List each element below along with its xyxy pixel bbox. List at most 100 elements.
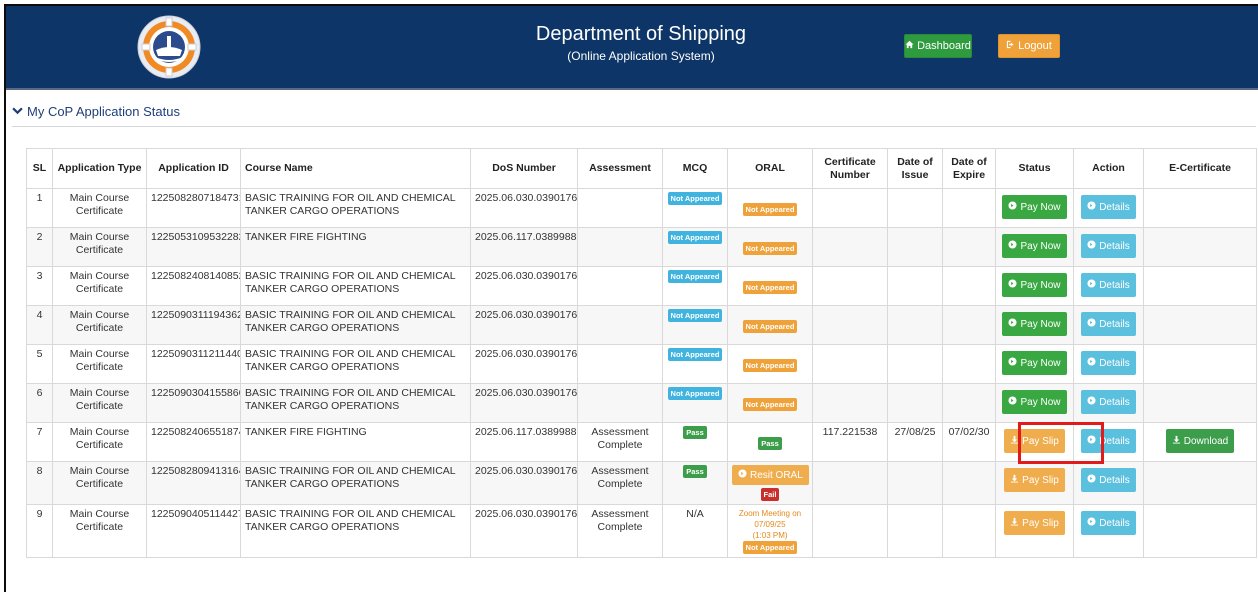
download-certificate-button[interactable]: Download bbox=[1165, 429, 1235, 453]
cell-sl: 9 bbox=[26, 504, 53, 558]
cell-date-of-issue bbox=[887, 266, 943, 306]
chevron-down-icon bbox=[12, 104, 23, 119]
circle-arrow-icon bbox=[1008, 239, 1018, 253]
cell-e-certificate bbox=[1143, 266, 1257, 306]
details-button[interactable]: Details bbox=[1081, 468, 1136, 492]
details-button[interactable]: Details bbox=[1081, 511, 1136, 535]
details-label: Details bbox=[1099, 240, 1130, 252]
circle-arrow-icon bbox=[1008, 200, 1018, 214]
cell-assessment: Assessment Complete bbox=[577, 422, 663, 462]
mcq-status-badge: Not Appeared bbox=[667, 348, 723, 361]
circle-arrow-icon bbox=[1087, 239, 1096, 253]
table-row: 7 Main Course Certificate 1225082406551874… bbox=[26, 422, 1257, 462]
details-button[interactable]: Details bbox=[1081, 273, 1136, 297]
circle-arrow-icon bbox=[1087, 516, 1096, 530]
cell-date-of-expire bbox=[942, 266, 996, 306]
details-label: Details bbox=[1099, 474, 1130, 486]
header-title-block: Department of Shipping (Online Applicati… bbox=[486, 22, 796, 64]
cell-course-name: BASIC TRAINING FOR OIL AND CHEMICAL TANK… bbox=[240, 504, 471, 558]
table-row: 5 Main Course Certificate 1225090311211440… bbox=[26, 344, 1257, 384]
cell-e-certificate bbox=[1143, 504, 1257, 558]
col-action: Action bbox=[1073, 148, 1144, 189]
logout-button[interactable]: Logout bbox=[998, 34, 1060, 58]
cell-date-of-issue bbox=[887, 188, 943, 228]
resit-oral-button[interactable]: Resit ORAL bbox=[732, 465, 809, 485]
details-button[interactable]: Details bbox=[1081, 234, 1136, 258]
pay-now-button[interactable]: Pay Now bbox=[1002, 234, 1067, 258]
cell-course-name: BASIC TRAINING FOR OIL AND CHEMICAL TANK… bbox=[240, 266, 471, 306]
details-button[interactable]: Details bbox=[1081, 195, 1136, 219]
section-toggle[interactable]: My CoP Application Status bbox=[12, 104, 180, 119]
application-status-table: SL Application Type Application ID Cours… bbox=[26, 148, 1257, 558]
cell-action: Details bbox=[1073, 227, 1144, 267]
mcq-status-badge: Not Appeared bbox=[667, 231, 723, 244]
pay-now-button[interactable]: Pay Now bbox=[1002, 390, 1067, 414]
col-status: Status bbox=[995, 148, 1074, 189]
details-button[interactable]: Details bbox=[1081, 312, 1136, 336]
cell-mcq: N/A bbox=[662, 504, 728, 558]
cell-action: Details bbox=[1073, 344, 1144, 384]
pay-now-button[interactable]: Pay Now bbox=[1002, 273, 1067, 297]
details-label: Details bbox=[1099, 318, 1130, 330]
cell-e-certificate bbox=[1143, 344, 1257, 384]
details-label: Details bbox=[1099, 517, 1130, 529]
cell-application-id: 1225082406551874 bbox=[146, 422, 241, 462]
cell-status: Pay Now bbox=[995, 188, 1074, 228]
cell-assessment bbox=[577, 383, 663, 423]
cell-course-name: TANKER FIRE FIGHTING bbox=[240, 422, 471, 462]
cell-mcq: Not Appeared bbox=[662, 188, 728, 228]
circle-arrow-icon bbox=[1087, 434, 1096, 448]
col-application-type: Application Type bbox=[52, 148, 147, 189]
page-title: Department of Shipping bbox=[535, 23, 747, 45]
cell-application-type: Main Course Certificate bbox=[52, 266, 147, 306]
pay-slip-button[interactable]: Pay Slip bbox=[1004, 468, 1065, 492]
pay-slip-button[interactable]: Pay Slip bbox=[1004, 429, 1065, 453]
table-header-row: SL Application Type Application ID Cours… bbox=[26, 148, 1257, 189]
oral-status-badge: Not Appeared bbox=[742, 398, 798, 411]
cell-certificate-number bbox=[812, 383, 888, 423]
cell-date-of-expire bbox=[942, 305, 996, 345]
oral-status-badge: Not Appeared bbox=[742, 242, 798, 255]
dashboard-button[interactable]: Dashboard bbox=[904, 34, 972, 58]
cell-application-id: 1225082807184731 bbox=[146, 188, 241, 228]
cell-date-of-expire bbox=[942, 461, 996, 505]
table-row: 3 Main Course Certificate 1225082408140852… bbox=[26, 266, 1257, 306]
cell-oral: Not Appeared bbox=[727, 344, 813, 384]
cell-date-of-issue bbox=[887, 344, 943, 384]
details-button[interactable]: Details bbox=[1081, 390, 1136, 414]
status-button-label: Pay Slip bbox=[1022, 474, 1059, 486]
pay-now-button[interactable]: Pay Now bbox=[1002, 351, 1067, 375]
mcq-status-badge: Pass bbox=[683, 426, 707, 439]
cell-application-type: Main Course Certificate bbox=[52, 344, 147, 384]
cell-course-name: TANKER FIRE FIGHTING bbox=[240, 227, 471, 267]
cell-mcq: Not Appeared bbox=[662, 266, 728, 306]
circle-arrow-icon bbox=[1008, 317, 1018, 331]
download-icon bbox=[1010, 517, 1019, 530]
cell-certificate-number bbox=[812, 344, 888, 384]
pay-slip-button[interactable]: Pay Slip bbox=[1004, 511, 1065, 535]
cell-date-of-expire bbox=[942, 227, 996, 267]
status-button-label: Pay Now bbox=[1020, 240, 1061, 252]
zoom-meeting-text: Zoom Meeting on bbox=[738, 509, 802, 518]
cell-course-name: BASIC TRAINING FOR OIL AND CHEMICAL TANK… bbox=[240, 188, 471, 228]
cell-sl: 7 bbox=[26, 422, 53, 462]
cell-sl: 4 bbox=[26, 305, 53, 345]
col-application-id: Application ID bbox=[146, 148, 241, 189]
cell-date-of-expire: 07/02/30 bbox=[942, 422, 996, 462]
pay-now-button[interactable]: Pay Now bbox=[1002, 195, 1067, 219]
circle-arrow-icon bbox=[1087, 356, 1096, 370]
cell-dos-number: 2025.06.030.0390176 bbox=[470, 266, 578, 306]
circle-arrow-icon bbox=[1008, 395, 1018, 409]
details-label: Details bbox=[1099, 357, 1130, 369]
mcq-status-badge: Not Appeared bbox=[667, 270, 723, 283]
status-button-label: Pay Now bbox=[1020, 396, 1061, 408]
cell-oral: Not Appeared bbox=[727, 188, 813, 228]
pay-now-button[interactable]: Pay Now bbox=[1002, 312, 1067, 336]
cell-dos-number: 2025.06.030.0390176 bbox=[470, 188, 578, 228]
details-button[interactable]: Details bbox=[1081, 429, 1136, 453]
cell-certificate-number bbox=[812, 227, 888, 267]
download-label: Download bbox=[1183, 435, 1229, 447]
cell-application-type: Main Course Certificate bbox=[52, 461, 147, 505]
col-certificate-number: Certificate Number bbox=[812, 148, 888, 189]
details-button[interactable]: Details bbox=[1081, 351, 1136, 375]
